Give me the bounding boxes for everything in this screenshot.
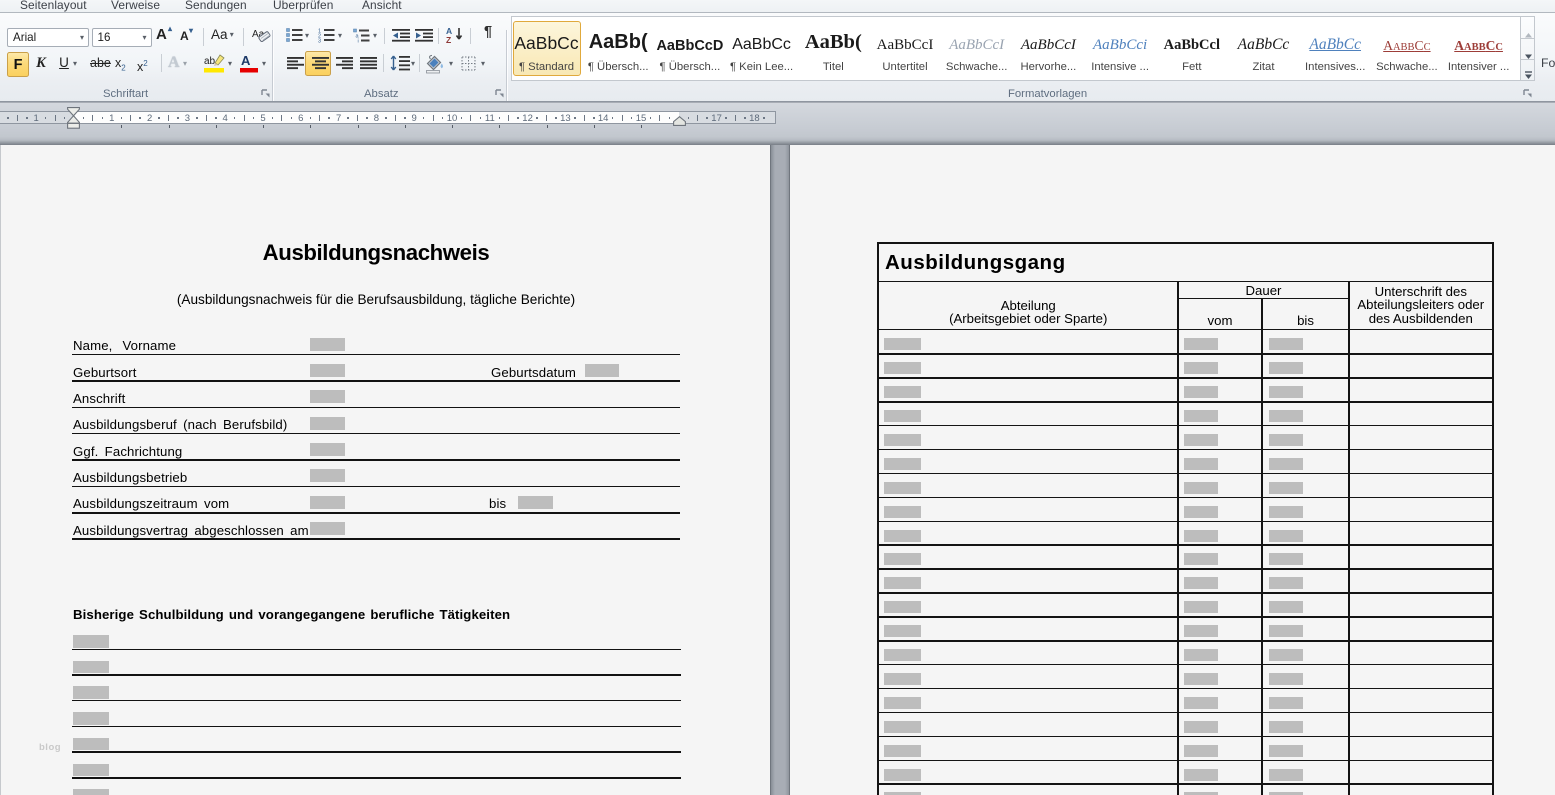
svg-text:A: A — [241, 53, 251, 68]
svg-text:Z: Z — [446, 35, 451, 45]
svg-text:ab: ab — [204, 56, 216, 67]
svg-text:3: 3 — [318, 39, 321, 44]
svg-text:i: i — [358, 39, 359, 44]
